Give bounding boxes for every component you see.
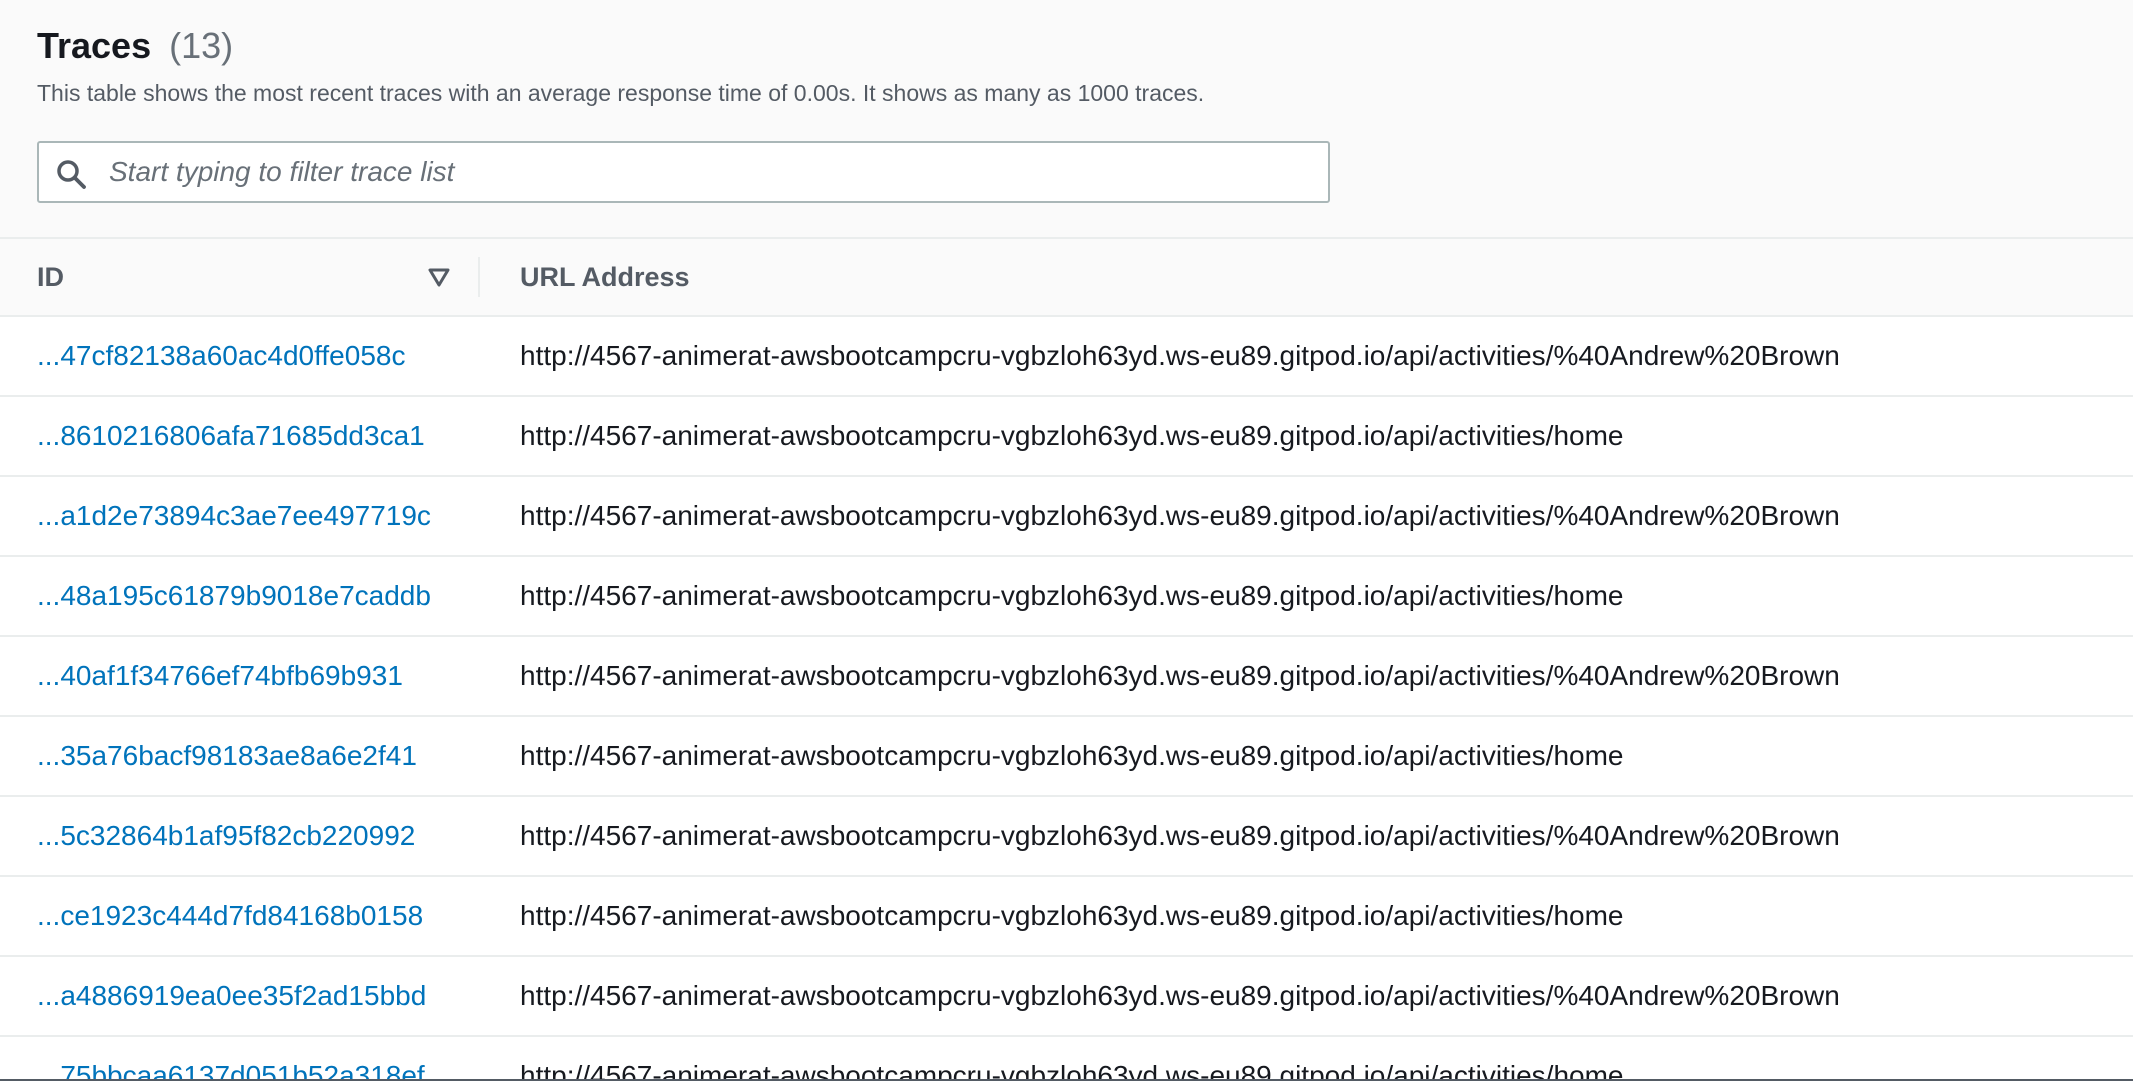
search-input[interactable] <box>101 143 1311 201</box>
column-resize-handle[interactable] <box>478 257 480 297</box>
trace-id-link[interactable]: ...8610216806afa71685dd3ca1 <box>37 397 425 475</box>
search-icon <box>57 160 86 189</box>
table-row: ...a4886919ea0ee35f2ad15bbd http://4567-… <box>0 957 2133 1037</box>
column-header-id[interactable]: ID <box>37 239 64 315</box>
table-row: ...8610216806afa71685dd3ca1 http://4567-… <box>0 397 2133 477</box>
trace-id-link[interactable]: ...5c32864b1af95f82cb220992 <box>37 797 415 875</box>
trace-url: http://4567-animerat-awsbootcampcru-vgbz… <box>520 580 1624 611</box>
trace-url: http://4567-animerat-awsbootcampcru-vgbz… <box>520 900 1624 931</box>
table-row: ...75bbcaa6137d051b52a318ef http://4567-… <box>0 1037 2133 1081</box>
trace-url: http://4567-animerat-awsbootcampcru-vgbz… <box>520 1060 1624 1081</box>
trace-url: http://4567-animerat-awsbootcampcru-vgbz… <box>520 740 1624 771</box>
trace-id-link[interactable]: ...48a195c61879b9018e7caddb <box>37 557 431 635</box>
trace-url: http://4567-animerat-awsbootcampcru-vgbz… <box>520 340 1840 371</box>
trace-id-link[interactable]: ...ce1923c444d7fd84168b0158 <box>37 877 423 955</box>
trace-url: http://4567-animerat-awsbootcampcru-vgbz… <box>520 820 1840 851</box>
traces-header: Traces (13) This table shows the most re… <box>0 0 2133 239</box>
table-row: ...40af1f34766ef74bfb69b931 http://4567-… <box>0 637 2133 717</box>
trace-id-link[interactable]: ...a1d2e73894c3ae7ee497719c <box>37 477 431 555</box>
table-row: ...5c32864b1af95f82cb220992 http://4567-… <box>0 797 2133 877</box>
table-row: ...35a76bacf98183ae8a6e2f41 http://4567-… <box>0 717 2133 797</box>
trace-id-link[interactable]: ...75bbcaa6137d051b52a318ef <box>37 1037 425 1081</box>
column-header-url: URL Address <box>520 262 690 292</box>
trace-url: http://4567-animerat-awsbootcampcru-vgbz… <box>520 660 1840 691</box>
traces-panel: Traces (13) This table shows the most re… <box>0 0 2133 1081</box>
sort-descending-icon[interactable] <box>426 265 452 289</box>
table-header: ID URL Address <box>0 239 2133 317</box>
traces-description: This table shows the most recent traces … <box>37 80 1205 106</box>
table-row: ...47cf82138a60ac4d0ffe058c http://4567-… <box>0 317 2133 397</box>
traces-title: Traces <box>37 25 152 66</box>
trace-id-link[interactable]: ...47cf82138a60ac4d0ffe058c <box>37 317 405 395</box>
traces-count: (13) <box>169 25 234 66</box>
trace-url: http://4567-animerat-awsbootcampcru-vgbz… <box>520 500 1840 531</box>
trace-id-link[interactable]: ...a4886919ea0ee35f2ad15bbd <box>37 957 426 1035</box>
trace-id-link[interactable]: ...35a76bacf98183ae8a6e2f41 <box>37 717 417 795</box>
page-title: Traces (13) <box>37 22 233 70</box>
table-row: ...48a195c61879b9018e7caddb http://4567-… <box>0 557 2133 637</box>
table-row: ...ce1923c444d7fd84168b0158 http://4567-… <box>0 877 2133 957</box>
trace-url: http://4567-animerat-awsbootcampcru-vgbz… <box>520 420 1624 451</box>
trace-table-body: ...47cf82138a60ac4d0ffe058c http://4567-… <box>0 317 2133 1081</box>
search-box[interactable] <box>37 141 1330 203</box>
table-row: ...a1d2e73894c3ae7ee497719c http://4567-… <box>0 477 2133 557</box>
trace-id-link[interactable]: ...40af1f34766ef74bfb69b931 <box>37 637 403 715</box>
trace-url: http://4567-animerat-awsbootcampcru-vgbz… <box>520 980 1840 1011</box>
